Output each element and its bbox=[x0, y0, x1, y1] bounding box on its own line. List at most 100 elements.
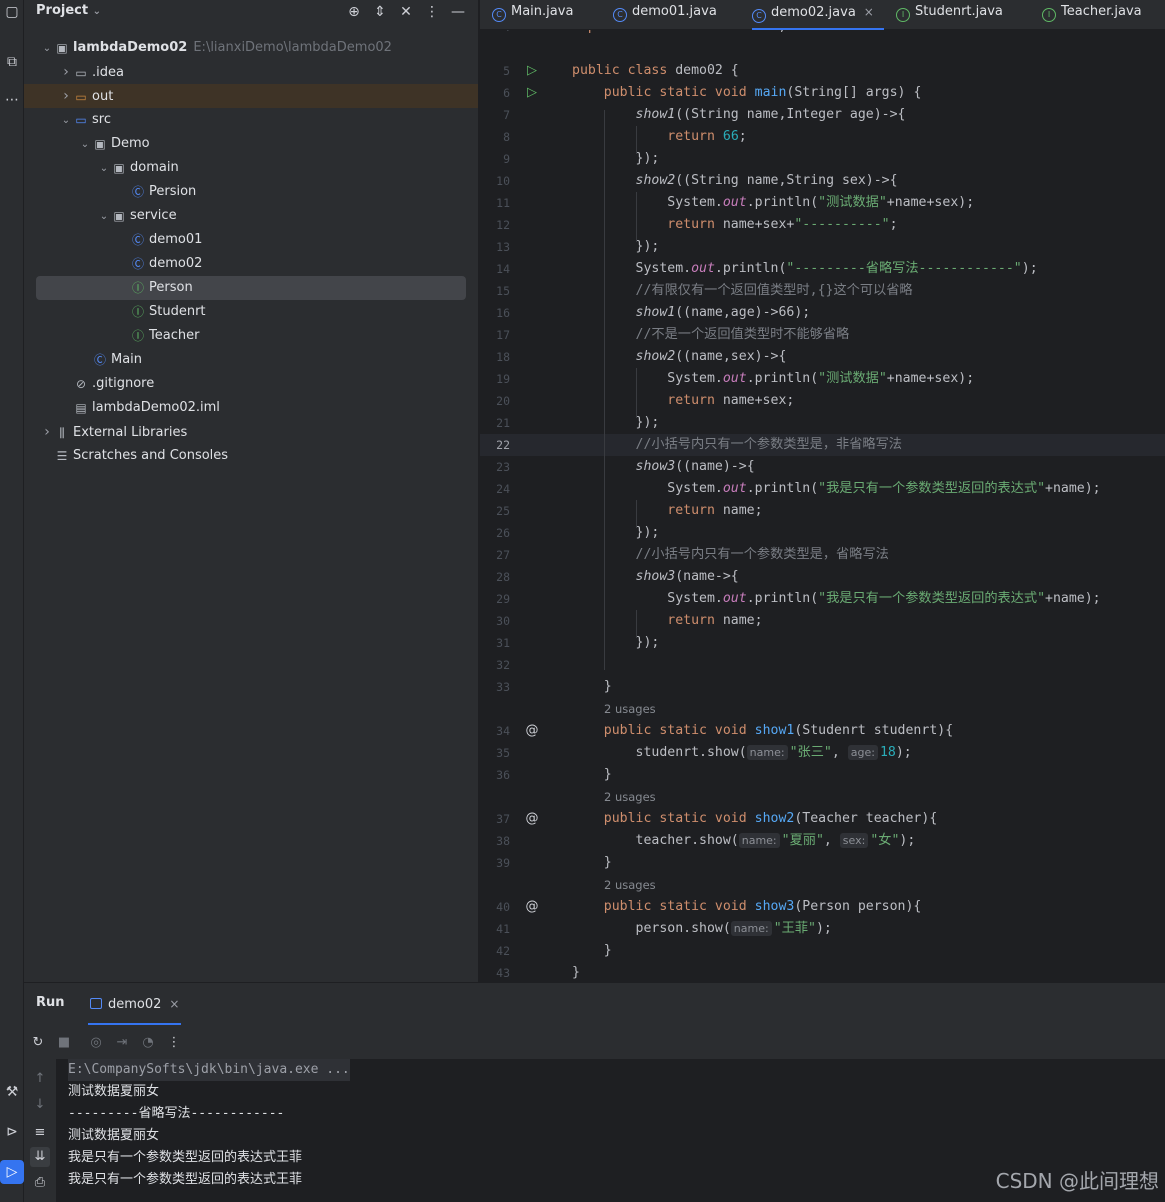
chevron-down-icon[interactable]: ⌄ bbox=[97, 205, 111, 229]
tree-item-lambdademo02-iml[interactable]: ▤ lambdaDemo02.iml bbox=[36, 396, 466, 420]
chevron-down-icon[interactable]: ⌄ bbox=[59, 109, 73, 133]
run-gutter-icon[interactable]: ▷ bbox=[524, 60, 540, 82]
chevron-down-icon[interactable]: ⌄ bbox=[97, 157, 111, 181]
code-line[interactable]: 4 import Demo.domain.Persion; bbox=[480, 30, 1165, 38]
code-line[interactable]: 23 show3((name)->{ bbox=[480, 456, 1165, 478]
tree-item-src[interactable]: ⌄ ▭ src bbox=[36, 108, 466, 132]
run-tab-demo02[interactable]: demo02 × bbox=[88, 983, 182, 1025]
code-editor[interactable]: 4 import Demo.domain.Persion; 5 ▷ public cla… bbox=[480, 30, 1165, 982]
tree-item-demo02[interactable]: Ⓒdemo02 bbox=[36, 252, 466, 276]
implemented-gutter-icon[interactable]: @ bbox=[524, 896, 540, 918]
implemented-gutter-icon[interactable]: @ bbox=[524, 720, 540, 742]
tree-item-studenrt[interactable]: Ⓘ Studenrt bbox=[36, 300, 466, 324]
dump-threads-icon[interactable]: ◔ bbox=[138, 1033, 158, 1053]
code-line[interactable]: 17 //不是一个返回值类型时不能够省略 bbox=[480, 324, 1165, 346]
tree-item-person[interactable]: Ⓘ Person bbox=[36, 276, 466, 300]
collapse-all-icon[interactable]: ✕ bbox=[396, 2, 416, 22]
scroll-to-end-icon[interactable]: ⇊ bbox=[30, 1147, 50, 1167]
code-line[interactable]: 10 show2((String name,String sex)->{ bbox=[480, 170, 1165, 192]
code-line[interactable]: 5 ▷ public class demo02 { bbox=[480, 60, 1165, 82]
run-tool-icon[interactable]: ▷ bbox=[0, 1160, 24, 1184]
project-tool-icon[interactable]: ▢ bbox=[0, 0, 24, 24]
code-line[interactable]: 15 //有限仅有一个返回值类型时,{}这个可以省略 bbox=[480, 280, 1165, 302]
tree-item-demo[interactable]: ⌄ ▣ Demo bbox=[36, 132, 466, 156]
code-line[interactable]: 41 person.show(name: "王菲"); bbox=[480, 918, 1165, 940]
code-line[interactable]: 29 System.out.println("我是只有一个参数类型返回的表达式"… bbox=[480, 588, 1165, 610]
code-line[interactable]: 8 return 66; bbox=[480, 126, 1165, 148]
code-line[interactable]: 31 }); bbox=[480, 632, 1165, 654]
restore-layout-icon[interactable]: ⇥ bbox=[112, 1033, 132, 1053]
tree-item-teacher[interactable]: Ⓘ Teacher bbox=[36, 324, 466, 348]
code-line[interactable]: 26 }); bbox=[480, 522, 1165, 544]
code-line[interactable]: 6 ▷ public static void main(String[] args… bbox=[480, 82, 1165, 104]
tree-item-domain[interactable]: ⌄ ▣ domain bbox=[36, 156, 466, 180]
code-line[interactable]: 28 show3(name->{ bbox=[480, 566, 1165, 588]
expand-collapse-icon[interactable]: ⇕ bbox=[370, 2, 390, 22]
tree-item-persion[interactable]: Ⓒ Persion bbox=[36, 180, 466, 204]
code-line[interactable]: 38 teacher.show(name: "夏丽", sex: "女"); bbox=[480, 830, 1165, 852]
code-line[interactable]: 40 @ public static void show3(Person pers… bbox=[480, 896, 1165, 918]
screenshot-icon[interactable]: ◎ bbox=[86, 1033, 106, 1053]
tree-item-scratches-and-consoles[interactable]: ☰ Scratches and Consoles bbox=[36, 444, 466, 468]
code-line[interactable]: 12 return name+sex+"----------"; bbox=[480, 214, 1165, 236]
rerun-icon[interactable]: ↻ bbox=[28, 1033, 48, 1053]
tree-item-demo01[interactable]: Ⓒdemo01 bbox=[36, 228, 466, 252]
code-line[interactable]: 37 @ public static void show2(Teacher tea… bbox=[480, 808, 1165, 830]
tab-demo02-java[interactable]: Cdemo02.java × bbox=[752, 0, 884, 30]
code-line[interactable]: 25 return name; bbox=[480, 500, 1165, 522]
tree-item-lambdademo02[interactable]: ⌄ ▣ lambdaDemo02 E:\lianxiDemo\lambdaDemo02 bbox=[36, 36, 466, 60]
code-line[interactable]: 35 studenrt.show(name: "张三", age: 18); bbox=[480, 742, 1165, 764]
tree-item-gitignore[interactable]: ⊘ .gitignore bbox=[36, 372, 466, 396]
tab-studenrt-java[interactable]: I Studenrt.java bbox=[896, 0, 1003, 30]
locate-icon[interactable]: ⊕ bbox=[344, 2, 364, 22]
chevron-right-icon[interactable]: › bbox=[59, 60, 73, 84]
code-line[interactable]: 24 System.out.println("我是只有一个参数类型返回的表达式"… bbox=[480, 478, 1165, 500]
code-line[interactable]: 22 //小括号内只有一个参数类型是，非省略写法 bbox=[480, 434, 1165, 456]
build-tool-icon[interactable]: ⚒ bbox=[0, 1080, 24, 1104]
tree-item-idea[interactable]: › ▭ .idea bbox=[36, 60, 466, 84]
scroll-up-icon[interactable]: ↑ bbox=[30, 1069, 50, 1089]
tab-demo01-java[interactable]: Cdemo01.java bbox=[613, 0, 717, 30]
chevron-right-icon[interactable]: › bbox=[59, 84, 73, 108]
code-line[interactable]: 13 }); bbox=[480, 236, 1165, 258]
tree-item-main[interactable]: Ⓒ Main bbox=[36, 348, 466, 372]
code-line[interactable]: 43} bbox=[480, 962, 1165, 982]
code-line[interactable]: 14 System.out.println("---------省略写法----… bbox=[480, 258, 1165, 280]
scroll-down-icon[interactable]: ↓ bbox=[30, 1095, 50, 1115]
close-icon[interactable]: × bbox=[169, 997, 179, 1011]
structure-tool-icon[interactable]: ⧉ bbox=[0, 50, 24, 74]
code-line[interactable]: 33 } bbox=[480, 676, 1165, 698]
chevron-down-icon[interactable]: ⌄ bbox=[78, 133, 92, 157]
usages-hint[interactable]: 2 usages bbox=[604, 786, 656, 808]
run-gutter-icon[interactable]: ▷ bbox=[524, 82, 540, 104]
chevron-right-icon[interactable]: › bbox=[40, 420, 54, 444]
hide-panel-icon[interactable]: — bbox=[448, 2, 468, 22]
print-icon[interactable]: ⎙ bbox=[30, 1173, 50, 1193]
tab-teacher-java[interactable]: I Teacher.java bbox=[1042, 0, 1142, 30]
tree-item-external-libraries[interactable]: › ⫼ External Libraries bbox=[36, 420, 466, 444]
code-line[interactable]: 11 System.out.println("测试数据"+name+sex); bbox=[480, 192, 1165, 214]
code-line[interactable] bbox=[480, 38, 1165, 60]
usages-hint[interactable]: 2 usages bbox=[604, 874, 656, 896]
code-line[interactable]: 7 show1((String name,Integer age)->{ bbox=[480, 104, 1165, 126]
code-line[interactable]: 27 //小括号内只有一个参数类型是，省略写法 bbox=[480, 544, 1165, 566]
more-tools-icon[interactable]: ⋯ bbox=[0, 88, 24, 112]
code-line[interactable]: 30 return name; bbox=[480, 610, 1165, 632]
code-line[interactable]: 19 System.out.println("测试数据"+name+sex); bbox=[480, 368, 1165, 390]
code-line[interactable]: 42 } bbox=[480, 940, 1165, 962]
code-line[interactable]: 32 bbox=[480, 654, 1165, 676]
options-icon[interactable]: ⋮ bbox=[422, 2, 442, 22]
code-line[interactable]: 39 } bbox=[480, 852, 1165, 874]
tab-main-java[interactable]: C Main.java bbox=[492, 0, 573, 30]
chevron-down-icon[interactable]: ⌄ bbox=[40, 37, 54, 61]
stop-icon[interactable]: ■ bbox=[54, 1033, 74, 1053]
soft-wrap-icon[interactable]: ≡ bbox=[30, 1123, 50, 1143]
tree-item-out[interactable]: › ▭ out bbox=[24, 84, 478, 108]
close-icon[interactable]: × bbox=[864, 5, 874, 19]
more-options-icon[interactable]: ⋮ bbox=[164, 1033, 184, 1053]
services-tool-icon[interactable]: ⊳ bbox=[0, 1120, 24, 1144]
usages-hint[interactable]: 2 usages bbox=[604, 698, 656, 720]
tree-item-service[interactable]: ⌄ ▣ service bbox=[36, 204, 466, 228]
code-line[interactable]: 9 }); bbox=[480, 148, 1165, 170]
code-line[interactable]: 16 show1((name,age)->66); bbox=[480, 302, 1165, 324]
